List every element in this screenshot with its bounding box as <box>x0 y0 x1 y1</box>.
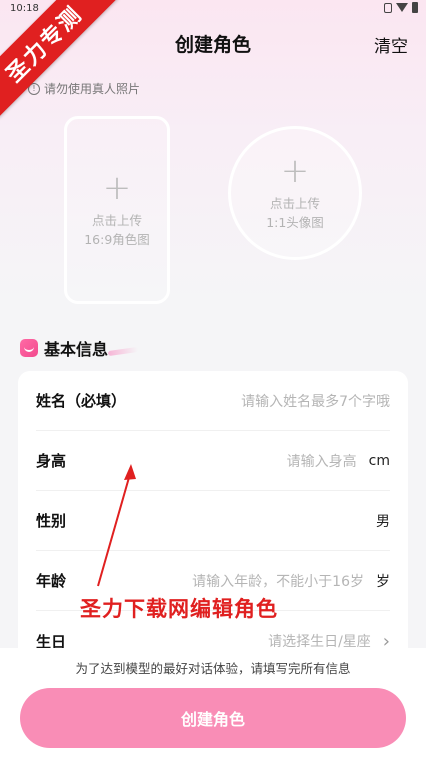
status-icons <box>384 2 418 13</box>
battery-icon <box>412 2 418 13</box>
section-title-text: 基本信息 <box>44 340 109 359</box>
age-input[interactable]: 请输入年龄，不能小于16岁 <box>192 571 364 591</box>
gender-value[interactable]: 男 <box>376 511 390 531</box>
status-time: 10:18 <box>10 3 39 14</box>
form-row-height[interactable]: 身高 请输入身高 cm <box>36 431 390 491</box>
photo-notice: ! 请勿使用真人照片 <box>28 80 140 97</box>
name-label: 姓名（必填） <box>36 392 127 410</box>
plus-icon: + <box>102 168 132 208</box>
age-label: 年龄 <box>36 572 67 590</box>
name-input[interactable]: 请输入姓名最多7个字哦 <box>241 391 390 411</box>
height-unit: cm <box>368 452 390 469</box>
section-icon <box>20 339 38 357</box>
upload-avatar-line2: 1:1头像图 <box>266 215 324 230</box>
section-basic-info: 基本信息 <box>20 336 108 360</box>
height-input[interactable]: 请输入身高 <box>287 451 357 471</box>
plus-icon: + <box>280 151 310 191</box>
form-row-name[interactable]: 姓名（必填） 请输入姓名最多7个字哦 <box>36 371 390 431</box>
basic-info-card: 姓名（必填） 请输入姓名最多7个字哦 身高 请输入身高 cm 性别 男 年龄 请… <box>18 371 408 671</box>
upload-avatar-button[interactable]: + 点击上传 1:1头像图 <box>228 126 362 260</box>
upload-portrait-line2: 16:9角色图 <box>84 232 150 247</box>
gender-label: 性别 <box>36 512 67 530</box>
create-character-button[interactable]: 创建角色 <box>20 688 406 748</box>
upload-avatar-line1: 点击上传 <box>269 196 320 211</box>
clear-button[interactable]: 清空 <box>374 32 408 57</box>
form-row-gender[interactable]: 性别 男 <box>36 491 390 551</box>
vibrate-icon <box>384 2 392 13</box>
age-unit: 岁 <box>376 573 390 590</box>
annotation-text: 圣力下载网编辑角色 <box>80 597 278 621</box>
section-underline-decoration <box>107 346 139 357</box>
upload-portrait-line1: 点击上传 <box>91 213 142 228</box>
upload-portrait-button[interactable]: + 点击上传 16:9角色图 <box>64 116 170 304</box>
bottom-hint: 为了达到模型的最好对话体验，请填写完所有信息 <box>75 661 351 676</box>
notice-text: 请勿使用真人照片 <box>44 82 141 96</box>
wifi-icon <box>396 3 408 12</box>
height-label: 身高 <box>36 452 67 470</box>
